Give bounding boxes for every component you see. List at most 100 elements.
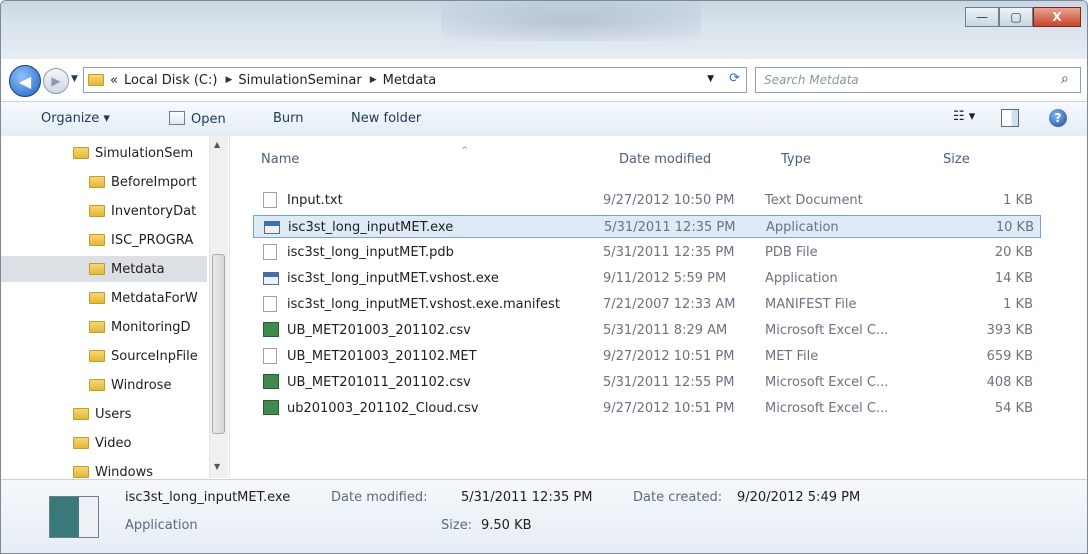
table-row[interactable]: Input.txt 9/27/2012 10:50 PM Text Document… <box>253 189 1041 212</box>
document-icon <box>263 192 277 208</box>
file-type: MANIFEST File <box>765 297 857 312</box>
file-name: UB_MET201011_201102.csv <box>287 375 471 390</box>
tree-item[interactable]: MetdataForW <box>1 285 207 311</box>
table-row[interactable]: UB_MET201003_201102.MET 9/27/2012 10:51 P… <box>253 345 1041 368</box>
search-icon[interactable]: ⌕ <box>1061 71 1075 87</box>
table-row[interactable]: UB_MET201011_201102.csv 5/31/2011 12:55 P… <box>253 371 1041 394</box>
help-icon[interactable]: ? <box>1049 109 1067 127</box>
status-date-modified-label: Date modified: <box>331 490 428 505</box>
table-row[interactable]: isc3st_long_inputMET.vshost.exe.manifest… <box>253 293 1041 316</box>
title-bar[interactable]: — ▢ X <box>1 1 1087 59</box>
recent-pages-dropdown-icon[interactable]: ▼ <box>71 74 78 84</box>
tree-item[interactable]: ISC_PROGRA <box>1 227 207 253</box>
file-name: ub201003_201102_Cloud.csv <box>287 401 479 416</box>
scroll-up-icon[interactable]: ▲ <box>214 140 220 149</box>
folder-icon <box>89 379 105 391</box>
tree-item-label: ISC_PROGRA <box>111 232 194 248</box>
folder-icon <box>89 205 105 217</box>
file-type: Microsoft Excel C... <box>765 401 889 416</box>
table-row[interactable]: isc3st_long_inputMET.exe 5/31/2011 12:35 … <box>253 215 1041 238</box>
close-button[interactable]: X <box>1033 7 1081 27</box>
tree-item-label: BeforeImport <box>111 174 197 190</box>
document-icon <box>263 244 277 260</box>
burn-button[interactable]: Burn <box>273 111 304 126</box>
tree-item[interactable]: Windrose <box>1 372 207 398</box>
file-name: UB_MET201003_201102.csv <box>287 323 471 338</box>
file-name: isc3st_long_inputMET.exe <box>288 220 454 235</box>
table-row[interactable]: ub201003_201102_Cloud.csv 9/27/2012 10:51… <box>253 397 1041 420</box>
open-button[interactable]: Open <box>169 111 226 127</box>
tree-item[interactable]: BeforeImport <box>1 169 207 195</box>
excel-file-icon <box>263 374 279 389</box>
breadcrumb-simulation-seminar[interactable]: SimulationSeminar <box>238 73 361 88</box>
column-header-size[interactable]: Size <box>943 152 970 167</box>
command-bar: Organize ▾ Open Burn New folder ☷ ▾ ? <box>1 101 1087 137</box>
table-row[interactable]: isc3st_long_inputMET.vshost.exe 9/11/2012… <box>253 267 1041 290</box>
tree-item[interactable]: Video <box>1 430 207 456</box>
tree-item[interactable]: InventoryDat <box>1 198 207 224</box>
file-date-modified: 5/31/2011 12:55 PM <box>603 375 735 390</box>
table-row[interactable]: UB_MET201003_201102.csv 5/31/2011 8:29 AM… <box>253 319 1041 342</box>
status-type: Application <box>125 518 198 533</box>
tree-item-label: MetdataForW <box>111 290 198 306</box>
status-size-label: Size: <box>441 518 473 533</box>
file-size: 659 KB <box>986 349 1033 364</box>
address-overflow[interactable]: « <box>110 73 118 88</box>
file-type: MET File <box>765 349 819 364</box>
refresh-icon[interactable]: ⟳ <box>729 71 740 86</box>
address-dropdown-icon[interactable]: ▼ <box>707 74 714 84</box>
organize-button[interactable]: Organize ▾ <box>41 111 110 126</box>
tree-item[interactable]: Users <box>1 401 207 427</box>
file-type: Application <box>766 220 839 235</box>
file-date-modified: 7/21/2007 12:33 AM <box>603 297 736 312</box>
column-header-date[interactable]: Date modified <box>619 152 711 167</box>
search-input[interactable]: Search Metdata <box>755 67 1081 93</box>
file-size: 1 KB <box>1003 193 1033 208</box>
file-type: Microsoft Excel C... <box>765 375 889 390</box>
file-date-modified: 9/27/2012 10:50 PM <box>603 193 735 208</box>
table-row[interactable]: isc3st_long_inputMET.pdb 5/31/2011 12:35 … <box>253 241 1041 264</box>
tree-item[interactable]: SimulationSem <box>1 140 207 166</box>
file-name: UB_MET201003_201102.MET <box>287 349 477 364</box>
tree-item[interactable]: MonitoringD <box>1 314 207 340</box>
new-folder-button[interactable]: New folder <box>351 111 421 126</box>
tree-item[interactable]: Metdata <box>1 256 207 282</box>
file-size: 20 KB <box>994 245 1033 260</box>
address-bar[interactable]: « Local Disk (C:) ▶ SimulationSeminar ▶ … <box>83 67 747 93</box>
file-date-modified: 9/11/2012 5:59 PM <box>603 271 727 286</box>
back-button[interactable]: ◀ <box>9 65 41 97</box>
breadcrumb-metdata[interactable]: Metdata <box>383 73 437 88</box>
application-icon <box>263 272 279 285</box>
folder-icon <box>89 234 105 246</box>
tree-item[interactable]: Windows <box>1 459 207 478</box>
tree-item[interactable]: SourceInpFile <box>1 343 207 369</box>
file-size: 408 KB <box>986 375 1033 390</box>
minimize-button[interactable]: — <box>965 7 999 27</box>
sort-arrow-icon: ^ <box>461 146 469 156</box>
scroll-down-icon[interactable]: ▼ <box>214 462 220 471</box>
breadcrumb-local-disk[interactable]: Local Disk (C:) <box>124 73 217 88</box>
details-pane: isc3st_long_inputMET.exe Date modified: … <box>1 479 1087 553</box>
folder-icon <box>89 176 105 188</box>
column-header-type[interactable]: Type <box>781 152 811 167</box>
folder-icon <box>89 321 105 333</box>
file-size: 1 KB <box>1003 297 1033 312</box>
scrollbar-thumb[interactable] <box>212 254 225 434</box>
tree-scrollbar[interactable]: ▲ ▼ <box>209 136 228 478</box>
file-size: 14 KB <box>994 271 1033 286</box>
tree-item-label: InventoryDat <box>111 203 197 219</box>
file-type: PDB File <box>765 245 818 260</box>
tree-item-label: MonitoringD <box>111 319 191 335</box>
excel-file-icon <box>263 322 279 337</box>
content-area: SimulationSem BeforeImport InventoryDat ISC… <box>1 136 1087 478</box>
file-date-modified: 5/31/2011 12:35 PM <box>603 245 735 260</box>
tree-item-label: Video <box>95 435 132 451</box>
breadcrumb-separator-icon[interactable]: ▶ <box>370 75 377 85</box>
view-options-icon[interactable]: ☷ ▾ <box>953 109 975 124</box>
column-header-name[interactable]: Name <box>261 152 299 167</box>
breadcrumb-separator-icon[interactable]: ▶ <box>225 75 232 85</box>
folder-icon <box>89 263 105 275</box>
forward-button[interactable]: ▶ <box>43 68 69 94</box>
maximize-button[interactable]: ▢ <box>999 7 1033 27</box>
preview-pane-icon[interactable] <box>1001 109 1019 131</box>
